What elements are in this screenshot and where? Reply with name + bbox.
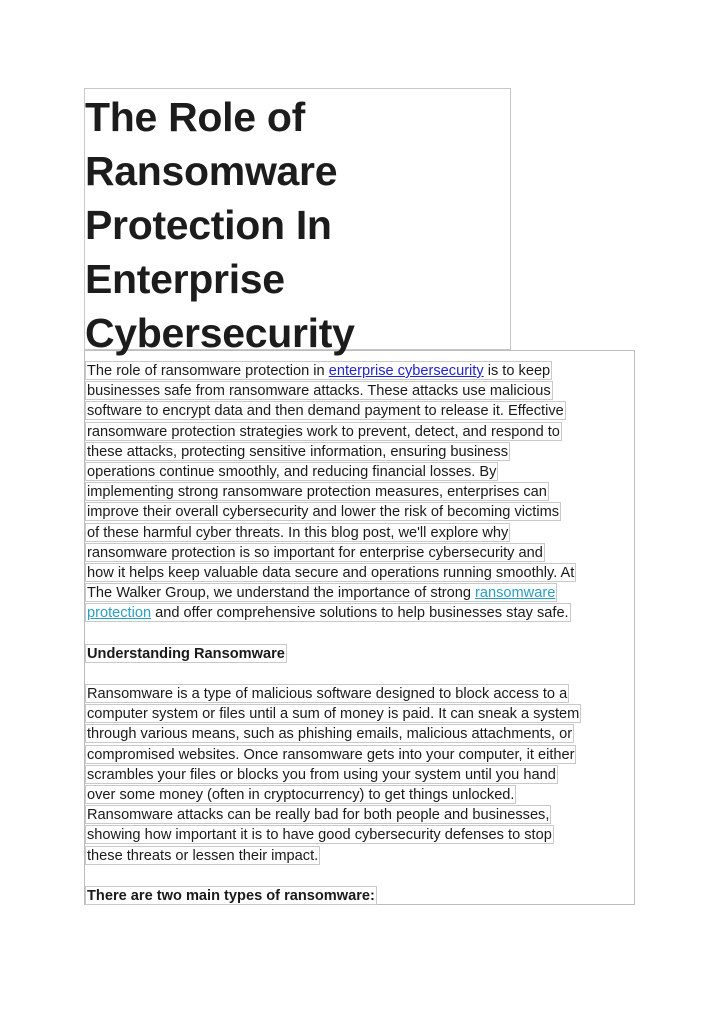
text-run: through various means, such as phishing … bbox=[85, 724, 575, 744]
text-run: The role of ransomware protection in ent… bbox=[85, 361, 553, 380]
text-line: implementing strong ransomware protectio… bbox=[85, 481, 634, 502]
text-line: computer system or files until a sum of … bbox=[85, 703, 634, 724]
text-line: Ransomware is a type of malicious softwa… bbox=[85, 683, 634, 703]
text-run: ransomware protection is so important fo… bbox=[85, 542, 545, 562]
text-line: of these harmful cyber threats. In this … bbox=[85, 522, 634, 542]
text-line: ransomware protection is so important fo… bbox=[85, 542, 634, 562]
text-line: software to encrypt data and then demand… bbox=[85, 400, 634, 421]
section-heading-label: There are two main types of ransomware: bbox=[85, 885, 377, 905]
text-line: businesses safe from ransomware attacks.… bbox=[85, 380, 634, 401]
text-line: The role of ransomware protection in ent… bbox=[85, 360, 634, 380]
text-run: of these harmful cyber threats. In this … bbox=[85, 522, 511, 542]
hyperlink[interactable]: ransomware bbox=[475, 585, 555, 601]
text-run: businesses safe from ransomware attacks.… bbox=[85, 381, 553, 401]
text-run: protection and offer comprehensive solut… bbox=[85, 603, 571, 623]
text-run: improve their overall cybersecurity and … bbox=[85, 502, 562, 522]
text-run: Ransomware is a type of malicious softwa… bbox=[85, 684, 570, 703]
text-line: these attacks, protecting sensitive info… bbox=[85, 441, 634, 461]
document-page: The Role of Ransomware Protection In Ent… bbox=[0, 0, 720, 1018]
text-run: Ransomware attacks can be really bad for… bbox=[85, 805, 552, 825]
text-line: protection and offer comprehensive solut… bbox=[85, 602, 634, 623]
section-heading-understanding-ransomware: Understanding Ransomware bbox=[85, 643, 634, 663]
text-run: over some money (often in cryptocurrency… bbox=[85, 784, 517, 804]
text-run: these threats or lessen their impact. bbox=[85, 845, 321, 865]
text-line: improve their overall cybersecurity and … bbox=[85, 501, 634, 522]
text-line: over some money (often in cryptocurrency… bbox=[85, 784, 634, 804]
text-run: computer system or files until a sum of … bbox=[85, 704, 582, 724]
text-run: how it helps keep valuable data secure a… bbox=[85, 562, 577, 582]
section-heading-label: Understanding Ransomware bbox=[85, 643, 287, 663]
text-line: compromised websites. Once ransomware ge… bbox=[85, 744, 634, 764]
text-run: compromised websites. Once ransomware ge… bbox=[85, 744, 577, 764]
text-run: showing how important it is to have good… bbox=[85, 825, 554, 845]
text-line: operations continue smoothly, and reduci… bbox=[85, 461, 634, 481]
paragraph-intro: The role of ransomware protection in ent… bbox=[85, 360, 634, 623]
hyperlink[interactable]: protection bbox=[87, 605, 151, 621]
body-content: The role of ransomware protection in ent… bbox=[85, 360, 634, 905]
text-line: showing how important it is to have good… bbox=[85, 824, 634, 845]
text-line: The Walker Group, we understand the impo… bbox=[85, 582, 634, 603]
text-line: scrambles your files or blocks you from … bbox=[85, 764, 634, 784]
text-run: implementing strong ransomware protectio… bbox=[85, 482, 549, 502]
text-run: these attacks, protecting sensitive info… bbox=[85, 441, 511, 461]
text-run: The Walker Group, we understand the impo… bbox=[85, 583, 558, 603]
text-line: these threats or lessen their impact. bbox=[85, 845, 634, 865]
text-run: ransomware protection strategies work to… bbox=[85, 421, 562, 441]
text-run: scrambles your files or blocks you from … bbox=[85, 764, 558, 784]
page-title: The Role of Ransomware Protection In Ent… bbox=[85, 94, 355, 356]
text-run: software to encrypt data and then demand… bbox=[85, 401, 566, 421]
section-heading-two-types: There are two main types of ransomware: bbox=[85, 885, 634, 905]
paragraph-definition: Ransomware is a type of malicious softwa… bbox=[85, 683, 634, 865]
text-line: through various means, such as phishing … bbox=[85, 723, 634, 744]
text-line: how it helps keep valuable data secure a… bbox=[85, 562, 634, 582]
text-line: Ransomware attacks can be really bad for… bbox=[85, 804, 634, 825]
text-run: operations continue smoothly, and reduci… bbox=[85, 461, 499, 481]
hyperlink[interactable]: enterprise cybersecurity bbox=[329, 363, 484, 379]
text-line: ransomware protection strategies work to… bbox=[85, 421, 634, 441]
